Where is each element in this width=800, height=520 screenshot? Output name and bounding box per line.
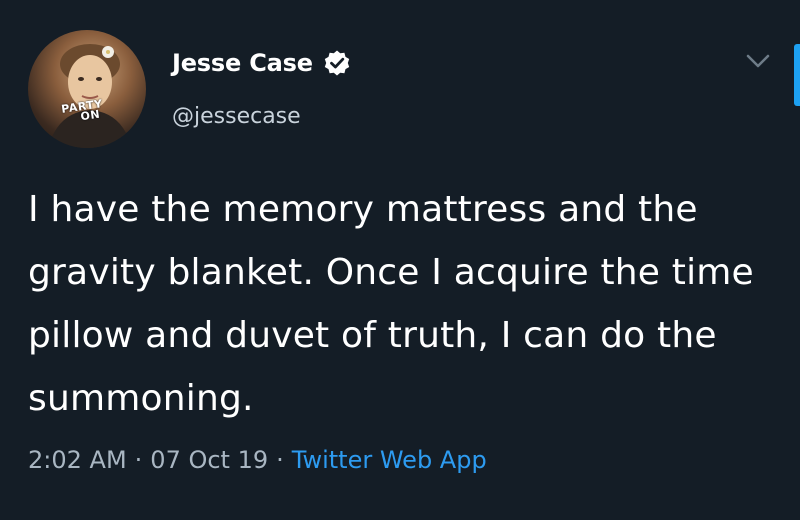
separator-dot: · [134, 446, 143, 474]
separator-dot: · [276, 446, 284, 474]
author-handle[interactable]: @jessecase [172, 104, 301, 129]
tweet-text: I have the memory mattress and the gravi… [28, 189, 754, 419]
tweet-time[interactable]: 2:02 AM [28, 446, 127, 474]
tweet-date[interactable]: 07 Oct 19 [150, 446, 268, 474]
avatar[interactable]: PARTY ON [28, 30, 146, 148]
tweet-metadata: 2:02 AM · 07 Oct 19 · Twitter Web App [28, 446, 487, 474]
tweet-card: PARTY ON Jesse Case @jessecase I have th… [0, 0, 800, 520]
chevron-down-icon[interactable] [745, 52, 771, 70]
author-name-row: Jesse Case [172, 44, 351, 82]
verified-badge-icon [324, 50, 349, 76]
scrollbar-indicator[interactable] [794, 44, 800, 106]
tweet-source-link[interactable]: Twitter Web App [292, 446, 487, 474]
avatar-portrait [48, 44, 132, 148]
author-display-name[interactable]: Jesse Case [172, 49, 313, 77]
